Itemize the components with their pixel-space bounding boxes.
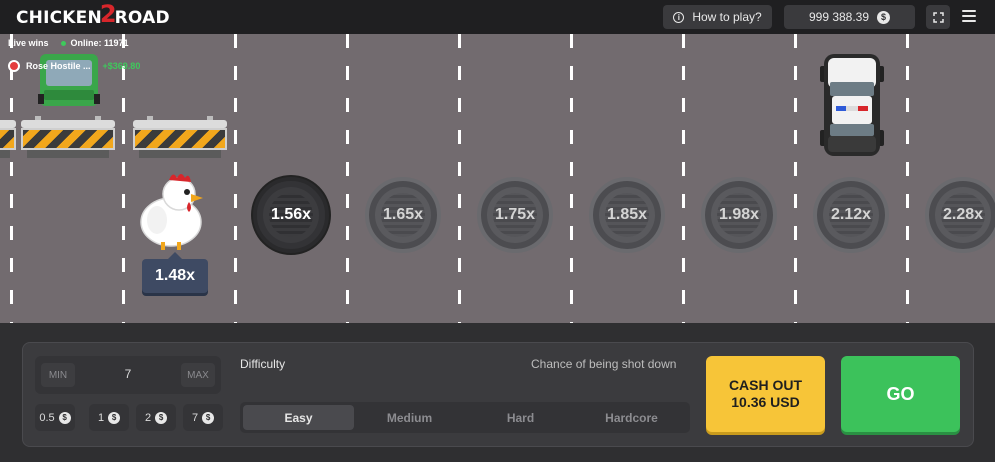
road-barrier: [0, 120, 16, 162]
live-wins-bar: Live wins Online: 11971: [8, 38, 129, 48]
multiplier-value: 1.65x: [382, 206, 424, 223]
bet-chip-button[interactable]: 7 $: [183, 404, 223, 431]
multiplier-manhole[interactable]: 1.85x: [589, 177, 665, 253]
info-icon: i: [673, 11, 685, 23]
logo-text-right: ROAD: [114, 8, 170, 28]
multiplier-manhole[interactable]: 1.75x: [477, 177, 553, 253]
multiplier-manhole[interactable]: 2.12x: [813, 177, 889, 253]
chip-value: 0.5: [39, 411, 55, 424]
currency-coin-icon: $: [155, 411, 168, 424]
multiplier-value: 2.28x: [942, 206, 984, 223]
how-to-play-label: How to play?: [692, 10, 762, 24]
game-app: CHICKEN 2 ROAD i How to play? 999 388.39…: [0, 0, 995, 462]
currency-coin-icon: $: [108, 411, 121, 424]
multiplier-manhole[interactable]: 2.28x: [925, 177, 995, 253]
chip-value: 2: [144, 411, 152, 424]
multiplier-value: 2.12x: [830, 206, 872, 223]
multiplier-value: 1.85x: [606, 206, 648, 223]
bet-chip-button[interactable]: 1 $: [89, 404, 129, 431]
multiplier-value: 1.98x: [718, 206, 760, 223]
online-dot-icon: [60, 40, 66, 46]
cash-out-amount: 10.36 USD: [731, 394, 800, 410]
menu-button[interactable]: [962, 10, 976, 22]
logo-text-left: CHICKEN: [16, 8, 102, 28]
go-button[interactable]: GO: [841, 356, 960, 432]
multiplier-value: 1.75x: [494, 206, 536, 223]
live-win-entry: Rose Hostile ... +$369.80: [8, 60, 140, 72]
menu-icon-bar: [962, 20, 976, 22]
chip-value: 7: [191, 411, 199, 424]
difficulty-tabs: Easy Medium Hard Hardcore: [240, 402, 690, 433]
currency-coin-icon: $: [202, 411, 215, 424]
difficulty-tab-hard[interactable]: Hard: [465, 405, 576, 430]
live-wins-label: Live wins: [8, 38, 49, 48]
multiplier-value: 1.56x: [270, 206, 312, 223]
online-count: Online: 11971: [70, 38, 129, 48]
bet-max-button[interactable]: MAX: [181, 363, 215, 387]
currency-coin-icon: $: [877, 10, 891, 24]
winner-amount: +$369.80: [102, 61, 141, 71]
current-multiplier-badge: 1.48x: [142, 252, 208, 293]
bet-amount-value[interactable]: 7: [125, 367, 132, 381]
road-barrier: [21, 116, 115, 162]
multiplier-manhole[interactable]: 1.98x: [701, 177, 777, 253]
cash-out-label: CASH OUT: [728, 377, 803, 393]
bet-min-button[interactable]: MIN: [41, 363, 75, 387]
winner-name: Rose Hostile ...: [26, 61, 91, 71]
lane-line: [458, 34, 461, 323]
chance-label: Chance of being shot down: [531, 357, 677, 371]
menu-icon-bar: [962, 15, 976, 17]
lane-line: [682, 34, 685, 323]
multiplier-manhole[interactable]: 1.56x: [253, 177, 329, 253]
chicken-character: [140, 174, 203, 250]
header: CHICKEN 2 ROAD i How to play? 999 388.39…: [0, 0, 995, 34]
bet-chip-button[interactable]: 0.5 $: [35, 404, 75, 431]
currency-coin-icon: $: [58, 411, 71, 424]
lane-line: [906, 34, 909, 323]
lane-line: [570, 34, 573, 323]
fullscreen-icon: [932, 11, 944, 23]
lane-line: [794, 34, 797, 323]
bet-amount-field[interactable]: MIN 7 MAX: [35, 356, 221, 394]
fullscreen-button[interactable]: [926, 5, 950, 29]
balance-value: 999 388.39: [808, 10, 870, 24]
road-barrier: [133, 116, 227, 162]
difficulty-tab-medium[interactable]: Medium: [354, 405, 465, 430]
lane-line: [234, 34, 237, 323]
logo-number: 2: [99, 0, 117, 28]
lane-line: [122, 34, 125, 323]
lane-line: [346, 34, 349, 323]
chip-value: 1: [97, 411, 105, 424]
police-car: [820, 54, 884, 156]
difficulty-tab-easy[interactable]: Easy: [243, 405, 354, 430]
multiplier-manhole[interactable]: 1.65x: [365, 177, 441, 253]
avatar: [8, 60, 20, 72]
how-to-play-button[interactable]: i How to play?: [663, 5, 772, 29]
cash-out-button[interactable]: CASH OUT 10.36 USD: [706, 356, 825, 432]
lane-line: [10, 34, 13, 323]
logo: CHICKEN 2 ROAD: [16, 0, 170, 30]
difficulty-label: Difficulty: [240, 357, 286, 371]
difficulty-tab-hardcore[interactable]: Hardcore: [576, 405, 687, 430]
menu-icon-bar: [962, 10, 976, 12]
road: 1.56x 1.65x 1.75x 1.85x 1.98x 2.12x 2.28…: [0, 34, 995, 323]
bet-chip-button[interactable]: 2 $: [136, 404, 176, 431]
balance-display: 999 388.39 $: [784, 5, 915, 29]
